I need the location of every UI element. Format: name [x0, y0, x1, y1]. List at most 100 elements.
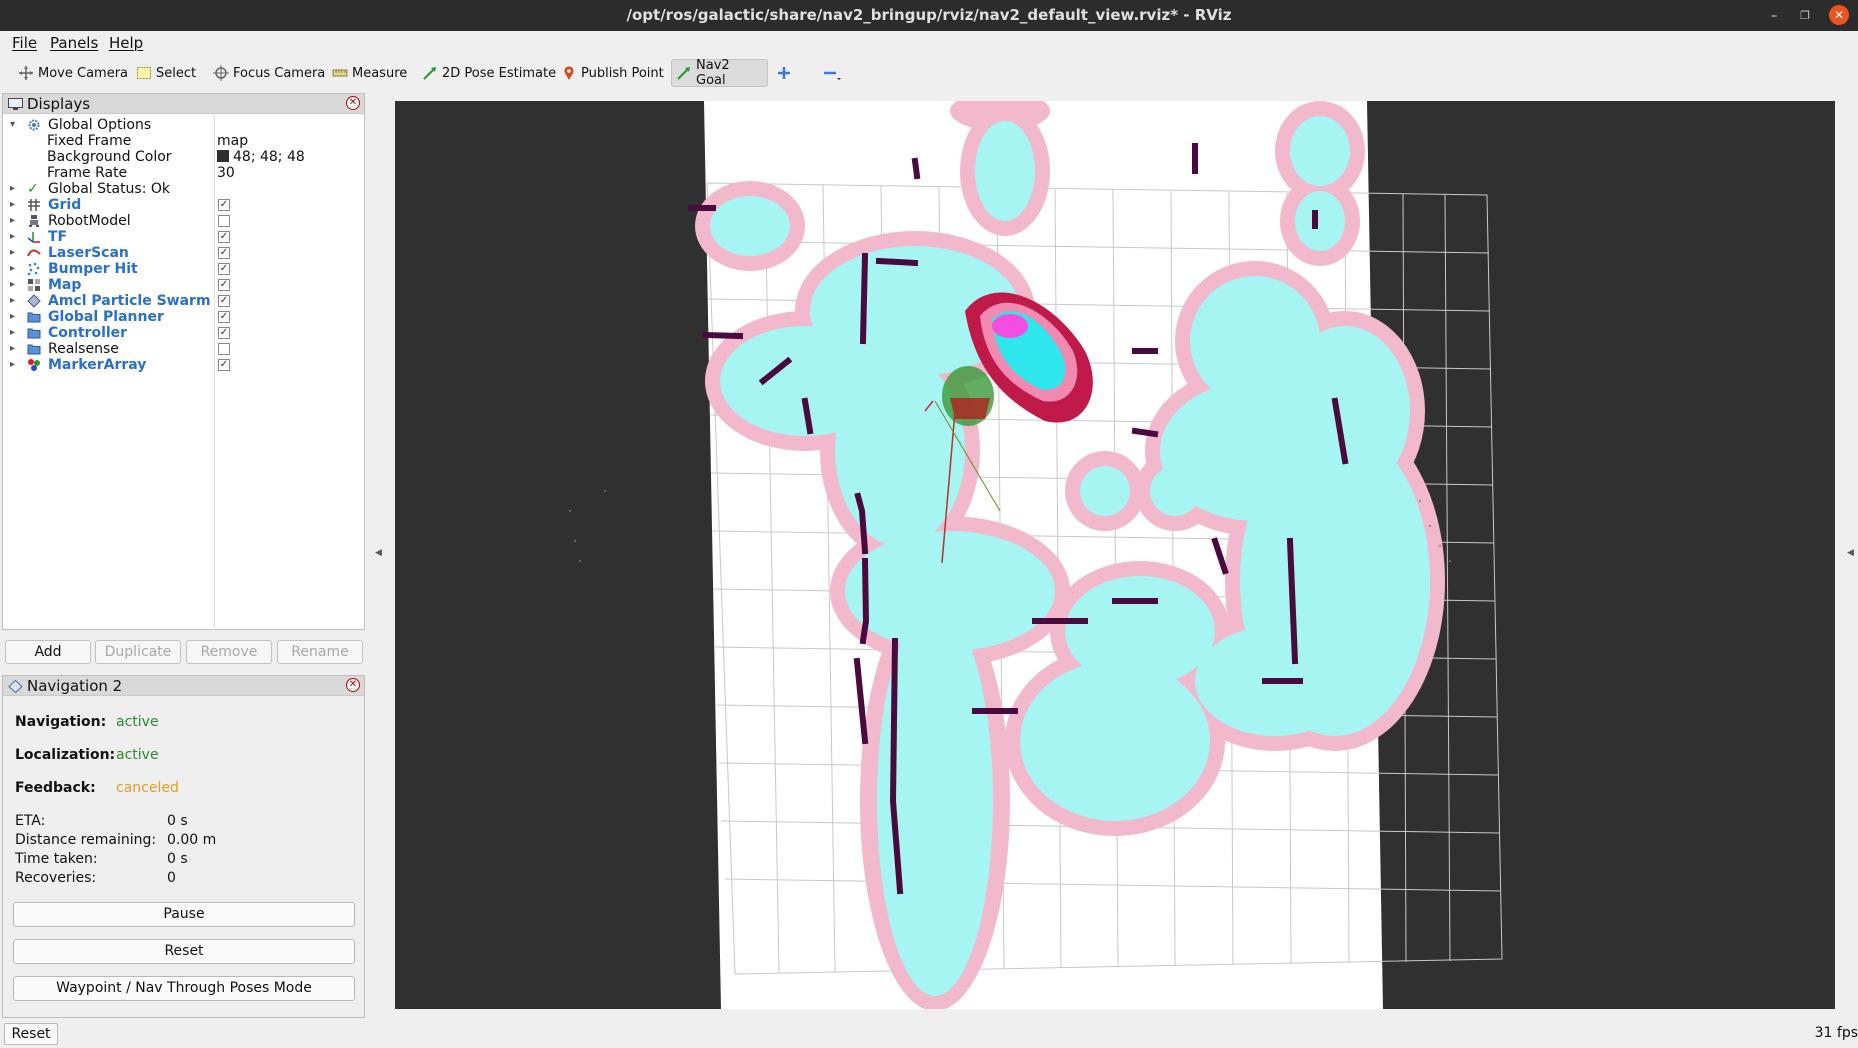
color-swatch: [217, 150, 229, 162]
add-display-button[interactable]: Add: [5, 640, 91, 664]
remove-tool-button[interactable]: [818, 59, 846, 87]
display-label-markerarray: MarkerArray: [48, 357, 147, 373]
render-viewport[interactable]: [395, 101, 1835, 1009]
expand-arrow-icon[interactable]: ▸: [10, 309, 15, 325]
expand-arrow-icon[interactable]: ▸: [10, 261, 15, 277]
focus-camera-label: Focus Camera: [233, 65, 326, 81]
display-row-robotmodel[interactable]: ▸ RobotModel: [3, 213, 364, 229]
folder-icon: [27, 342, 41, 356]
points-icon: [27, 262, 41, 276]
expand-arrow-icon[interactable]: ▸: [10, 213, 15, 229]
robot-icon: [27, 214, 41, 228]
time-taken-value: 0 s: [167, 851, 188, 867]
fixed-frame-label: Fixed Frame: [47, 133, 132, 149]
folder-icon: [27, 326, 41, 340]
green-arrow-icon: [676, 65, 692, 81]
background-color-value-wrap[interactable]: 48; 48; 48: [217, 149, 305, 165]
display-checkbox-markerarray[interactable]: ✓: [218, 359, 230, 371]
tree-row-global-options[interactable]: ▾ Global Options: [3, 117, 364, 133]
publish-point-tool[interactable]: Publish Point: [557, 59, 668, 87]
tree-row-frame-rate[interactable]: Frame Rate 30: [3, 165, 364, 181]
display-checkbox-map[interactable]: ✓: [218, 279, 230, 291]
focus-camera-tool[interactable]: Focus Camera: [209, 59, 329, 87]
laser-icon: [27, 246, 41, 260]
add-tool-button[interactable]: [772, 59, 800, 87]
expand-arrow-icon[interactable]: ▸: [10, 357, 15, 373]
duplicate-display-button[interactable]: Duplicate: [95, 640, 181, 664]
display-label-bumper-hit: Bumper Hit: [48, 261, 138, 277]
display-row-map[interactable]: ▸ Map ✓: [3, 277, 364, 293]
tree-row-fixed-frame[interactable]: Fixed Frame map: [3, 133, 364, 149]
select-label: Select: [156, 65, 197, 81]
display-checkbox-grid[interactable]: ✓: [218, 199, 230, 211]
minimize-icon[interactable]: –: [1763, 5, 1785, 27]
collapse-arrow-icon[interactable]: ▾: [10, 117, 15, 133]
menu-panels[interactable]: Panels: [50, 34, 98, 52]
right-splitter-handle-icon[interactable]: ◀: [1847, 548, 1854, 558]
reset-view-button[interactable]: Reset: [4, 1023, 58, 1045]
pause-button[interactable]: Pause: [13, 902, 355, 927]
frame-rate-value[interactable]: 30: [217, 165, 235, 181]
feedback-value: canceled: [116, 780, 179, 796]
display-checkbox-laserscan[interactable]: ✓: [218, 247, 230, 259]
display-checkbox-amcl-particle-swarm[interactable]: ✓: [218, 295, 230, 307]
display-checkbox-tf[interactable]: ✓: [218, 231, 230, 243]
menu-file[interactable]: File: [12, 34, 37, 52]
display-row-global-planner[interactable]: ▸ Global Planner ✓: [3, 309, 364, 325]
display-row-tf[interactable]: ▸ TF ✓: [3, 229, 364, 245]
nav2-goal-label: Nav2 Goal: [696, 58, 730, 88]
display-checkbox-global-planner[interactable]: ✓: [218, 311, 230, 323]
rename-display-button[interactable]: Rename: [277, 640, 363, 664]
expand-arrow-icon[interactable]: ▸: [10, 197, 15, 213]
close-window-icon[interactable]: ✕: [1829, 5, 1849, 25]
nav2-goal-tool[interactable]: Nav2 Goal: [671, 58, 768, 88]
monitor-icon: [8, 97, 23, 110]
pose-estimate-tool[interactable]: 2D Pose Estimate: [418, 59, 560, 87]
expand-arrow-icon[interactable]: ▸: [10, 181, 15, 197]
display-row-bumper-hit[interactable]: ▸ Bumper Hit ✓: [3, 261, 364, 277]
expand-arrow-icon[interactable]: ▸: [10, 341, 15, 357]
expand-arrow-icon[interactable]: ▸: [10, 229, 15, 245]
display-row-amcl-particle-swarm[interactable]: ▸ Amcl Particle Swarm ✓: [3, 293, 364, 309]
display-checkbox-realsense[interactable]: [218, 343, 230, 355]
display-row-grid[interactable]: ▸ Grid ✓: [3, 197, 364, 213]
navigation-state-value: active: [116, 714, 159, 730]
tree-row-background-color[interactable]: Background Color 48; 48; 48: [3, 149, 364, 165]
fps-counter: 31 fps: [1814, 1025, 1858, 1041]
menu-help[interactable]: Help: [109, 34, 143, 52]
map-render: [569, 101, 1503, 1009]
maximize-icon[interactable]: ❐: [1794, 5, 1816, 27]
display-label-robotmodel: RobotModel: [48, 213, 131, 229]
display-checkbox-controller[interactable]: ✓: [218, 327, 230, 339]
expand-arrow-icon[interactable]: ▸: [10, 325, 15, 341]
measure-label: Measure: [352, 65, 408, 81]
localization-state-value: active: [116, 747, 159, 763]
close-panel-icon[interactable]: ✕: [346, 96, 360, 110]
remove-display-button[interactable]: Remove: [186, 640, 272, 664]
fixed-frame-value[interactable]: map: [217, 133, 248, 149]
map-icon: [27, 278, 41, 292]
display-row-controller[interactable]: ▸ Controller ✓: [3, 325, 364, 341]
display-checkbox-robotmodel[interactable]: [218, 215, 230, 227]
statusbar: Reset 31 fps: [0, 1022, 1858, 1048]
display-row-laserscan[interactable]: ▸ LaserScan ✓: [3, 245, 364, 261]
expand-arrow-icon[interactable]: ▸: [10, 245, 15, 261]
expand-arrow-icon[interactable]: ▸: [10, 293, 15, 309]
display-row-realsense[interactable]: ▸ Realsense: [3, 341, 364, 357]
pose-array-icon: [27, 294, 41, 308]
display-row-markerarray[interactable]: ▸ MarkerArray ✓: [3, 357, 364, 373]
measure-tool[interactable]: Measure: [328, 59, 411, 87]
waypoint-mode-button[interactable]: Waypoint / Nav Through Poses Mode: [13, 976, 355, 1001]
nav-reset-button[interactable]: Reset: [13, 939, 355, 964]
select-tool[interactable]: Select: [132, 59, 200, 87]
axes-icon: [27, 230, 41, 244]
close-panel-icon[interactable]: ✕: [346, 678, 360, 692]
left-splitter-handle-icon[interactable]: ◀: [375, 548, 382, 558]
tree-row-global-status[interactable]: ▸ ✓ Global Status: Ok: [3, 181, 364, 197]
focus-camera-icon: [213, 65, 229, 81]
move-camera-tool[interactable]: Move Camera: [14, 59, 132, 87]
display-checkbox-bumper-hit[interactable]: ✓: [218, 263, 230, 275]
recoveries-label: Recoveries:: [15, 870, 97, 886]
distance-remaining-label: Distance remaining:: [15, 832, 157, 848]
expand-arrow-icon[interactable]: ▸: [10, 277, 15, 293]
